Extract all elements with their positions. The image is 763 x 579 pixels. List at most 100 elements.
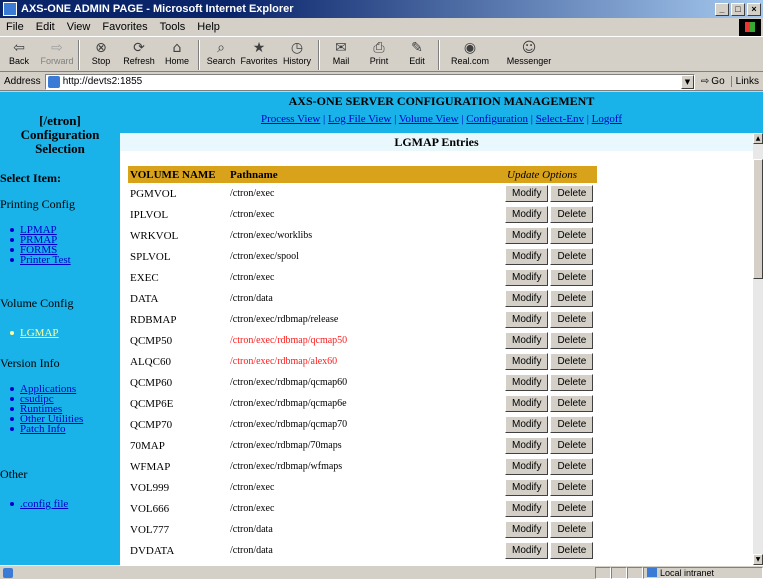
vertical-scrollbar[interactable]: ▲ ▼: [753, 133, 763, 565]
modify-button[interactable]: Modify: [505, 227, 549, 244]
delete-button[interactable]: Delete: [550, 332, 594, 349]
nav-link-configuration[interactable]: Configuration: [466, 113, 528, 125]
modify-button[interactable]: Modify: [505, 185, 549, 202]
pathname-cell: /ctron/exec/rdbmap/qcmap50: [230, 335, 348, 346]
nav-link-select-env[interactable]: Select-Env: [536, 113, 584, 125]
modify-button[interactable]: Modify: [505, 353, 549, 370]
go-button[interactable]: ⇨ Go: [695, 76, 731, 87]
delete-button[interactable]: Delete: [550, 500, 594, 517]
menu-tools[interactable]: Tools: [154, 21, 192, 33]
mail-icon: ✉: [335, 40, 347, 56]
toolbar-separator: [198, 40, 200, 70]
back-arrow-icon: ⇦: [13, 40, 25, 56]
delete-button[interactable]: Delete: [550, 185, 594, 202]
modify-button[interactable]: Modify: [505, 479, 549, 496]
toolbar-messenger-button[interactable]: ☺ Messenger: [498, 38, 560, 71]
delete-button[interactable]: Delete: [550, 437, 594, 454]
links-button[interactable]: Links: [730, 76, 763, 87]
chevron-down-icon[interactable]: ▼: [680, 74, 694, 89]
toolbar-history-button[interactable]: ◷ History: [278, 38, 316, 71]
address-field[interactable]: http://devts2:1855 ▼: [44, 73, 695, 90]
sidebar-link-patch-info[interactable]: Patch Info: [10, 424, 66, 435]
toolbar-label: Print: [369, 56, 389, 66]
delete-button[interactable]: Delete: [550, 374, 594, 391]
delete-button[interactable]: Delete: [550, 521, 594, 538]
nav-link-logoff[interactable]: Logoff: [592, 113, 622, 125]
page-icon: [47, 75, 60, 88]
delete-button[interactable]: Delete: [550, 542, 594, 559]
sidebar-link-printer-test[interactable]: Printer Test: [10, 255, 71, 266]
menu-help[interactable]: Help: [191, 21, 226, 33]
sidebar-link-config-file[interactable]: .config file: [9, 499, 68, 510]
toolbar-mail-button[interactable]: ✉ Mail: [322, 38, 360, 71]
delete-button[interactable]: Delete: [550, 311, 594, 328]
delete-button[interactable]: Delete: [550, 353, 594, 370]
delete-button[interactable]: Delete: [550, 479, 594, 496]
scroll-up-icon[interactable]: ▲: [753, 133, 763, 144]
nav-link-process-view[interactable]: Process View: [261, 113, 320, 125]
table-row: RDBMAP/ctron/exec/rdbmap/release Modify De…: [128, 309, 597, 330]
delete-button[interactable]: Delete: [550, 248, 594, 265]
nav-link-volume-view[interactable]: Volume View: [399, 113, 459, 125]
toolbar-favorites-button[interactable]: ★ Favorites: [240, 38, 278, 71]
delete-button[interactable]: Delete: [550, 395, 594, 412]
modify-button[interactable]: Modify: [505, 437, 549, 454]
modify-button[interactable]: Modify: [505, 311, 549, 328]
scroll-thumb[interactable]: [753, 159, 763, 279]
delete-button[interactable]: Delete: [550, 290, 594, 307]
nav-link-log-file-view[interactable]: Log File View: [328, 113, 391, 125]
toolbar-refresh-button[interactable]: ⟳ Refresh: [120, 38, 158, 71]
modify-button[interactable]: Modify: [505, 206, 549, 223]
modify-button[interactable]: Modify: [505, 290, 549, 307]
minimize-button[interactable]: _: [715, 2, 729, 16]
modify-button[interactable]: Modify: [505, 458, 549, 475]
scroll-down-icon[interactable]: ▼: [753, 554, 763, 565]
page-status-icon: [3, 567, 13, 578]
table-row: QCMP6E/ctron/exec/rdbmap/qcmap6e Modify De…: [128, 393, 597, 414]
toolbar-label: Search: [206, 56, 236, 66]
modify-button[interactable]: Modify: [505, 416, 549, 433]
modify-button[interactable]: Modify: [505, 248, 549, 265]
modify-button[interactable]: Modify: [505, 332, 549, 349]
modify-button[interactable]: Modify: [505, 269, 549, 286]
maximize-button[interactable]: □: [731, 2, 745, 16]
table-row: QCMP70/ctron/exec/rdbmap/qcmap70 Modify De…: [128, 414, 597, 435]
menu-edit[interactable]: Edit: [30, 21, 61, 33]
pathname-cell: /ctron/exec: [230, 503, 275, 514]
modify-button[interactable]: Modify: [505, 374, 549, 391]
sidebar-header: [/etron] Configuration Selection: [0, 114, 120, 156]
delete-button[interactable]: Delete: [550, 227, 594, 244]
toolbar-back-button[interactable]: ⇦ Back: [0, 38, 38, 71]
sidebar-link-lgmap[interactable]: LGMAP: [10, 328, 59, 339]
menu-file[interactable]: File: [0, 21, 30, 33]
toolbar-home-button[interactable]: ⌂ Home: [158, 38, 196, 71]
delete-button[interactable]: Delete: [550, 416, 594, 433]
title-bar: AXS-ONE ADMIN PAGE - Microsoft Internet …: [0, 0, 763, 18]
modify-button[interactable]: Modify: [505, 521, 549, 538]
modify-button[interactable]: Modify: [505, 542, 549, 559]
toolbar-search-button[interactable]: ⌕ Search: [202, 38, 240, 71]
modify-button[interactable]: Modify: [505, 500, 549, 517]
toolbar-print-button[interactable]: ⎙ Print: [360, 38, 398, 71]
volume-name-cell: VOL777: [130, 523, 170, 536]
delete-button[interactable]: Delete: [550, 458, 594, 475]
menu-favorites[interactable]: Favorites: [96, 21, 153, 33]
update-options-cell: Modify Delete: [503, 540, 597, 561]
menu-bar: File Edit View Favorites Tools Help: [0, 18, 763, 37]
table-row: DATA/ctron/data Modify Delete: [128, 288, 597, 309]
select-item-label: Select Item:: [0, 171, 61, 185]
delete-button[interactable]: Delete: [550, 269, 594, 286]
table-header-row: VOLUME NAME Pathname Update Options: [128, 166, 598, 183]
toolbar-label: Back: [8, 56, 29, 66]
toolbar-edit-button[interactable]: ✎ Edit: [398, 38, 436, 71]
web-page: [/etron] Configuration Selection Select …: [0, 92, 763, 565]
toolbar-stop-button[interactable]: ⊗ Stop: [82, 38, 120, 71]
close-button[interactable]: ×: [747, 2, 761, 16]
update-options-cell: Modify Delete: [503, 477, 597, 498]
delete-button[interactable]: Delete: [550, 206, 594, 223]
toolbar-real-com-button[interactable]: ◉ Real.com: [442, 38, 498, 71]
modify-button[interactable]: Modify: [505, 395, 549, 412]
toolbar-forward-button[interactable]: ⇨ Forward: [38, 38, 76, 71]
other-label: Other: [0, 467, 28, 481]
menu-view[interactable]: View: [61, 21, 97, 33]
